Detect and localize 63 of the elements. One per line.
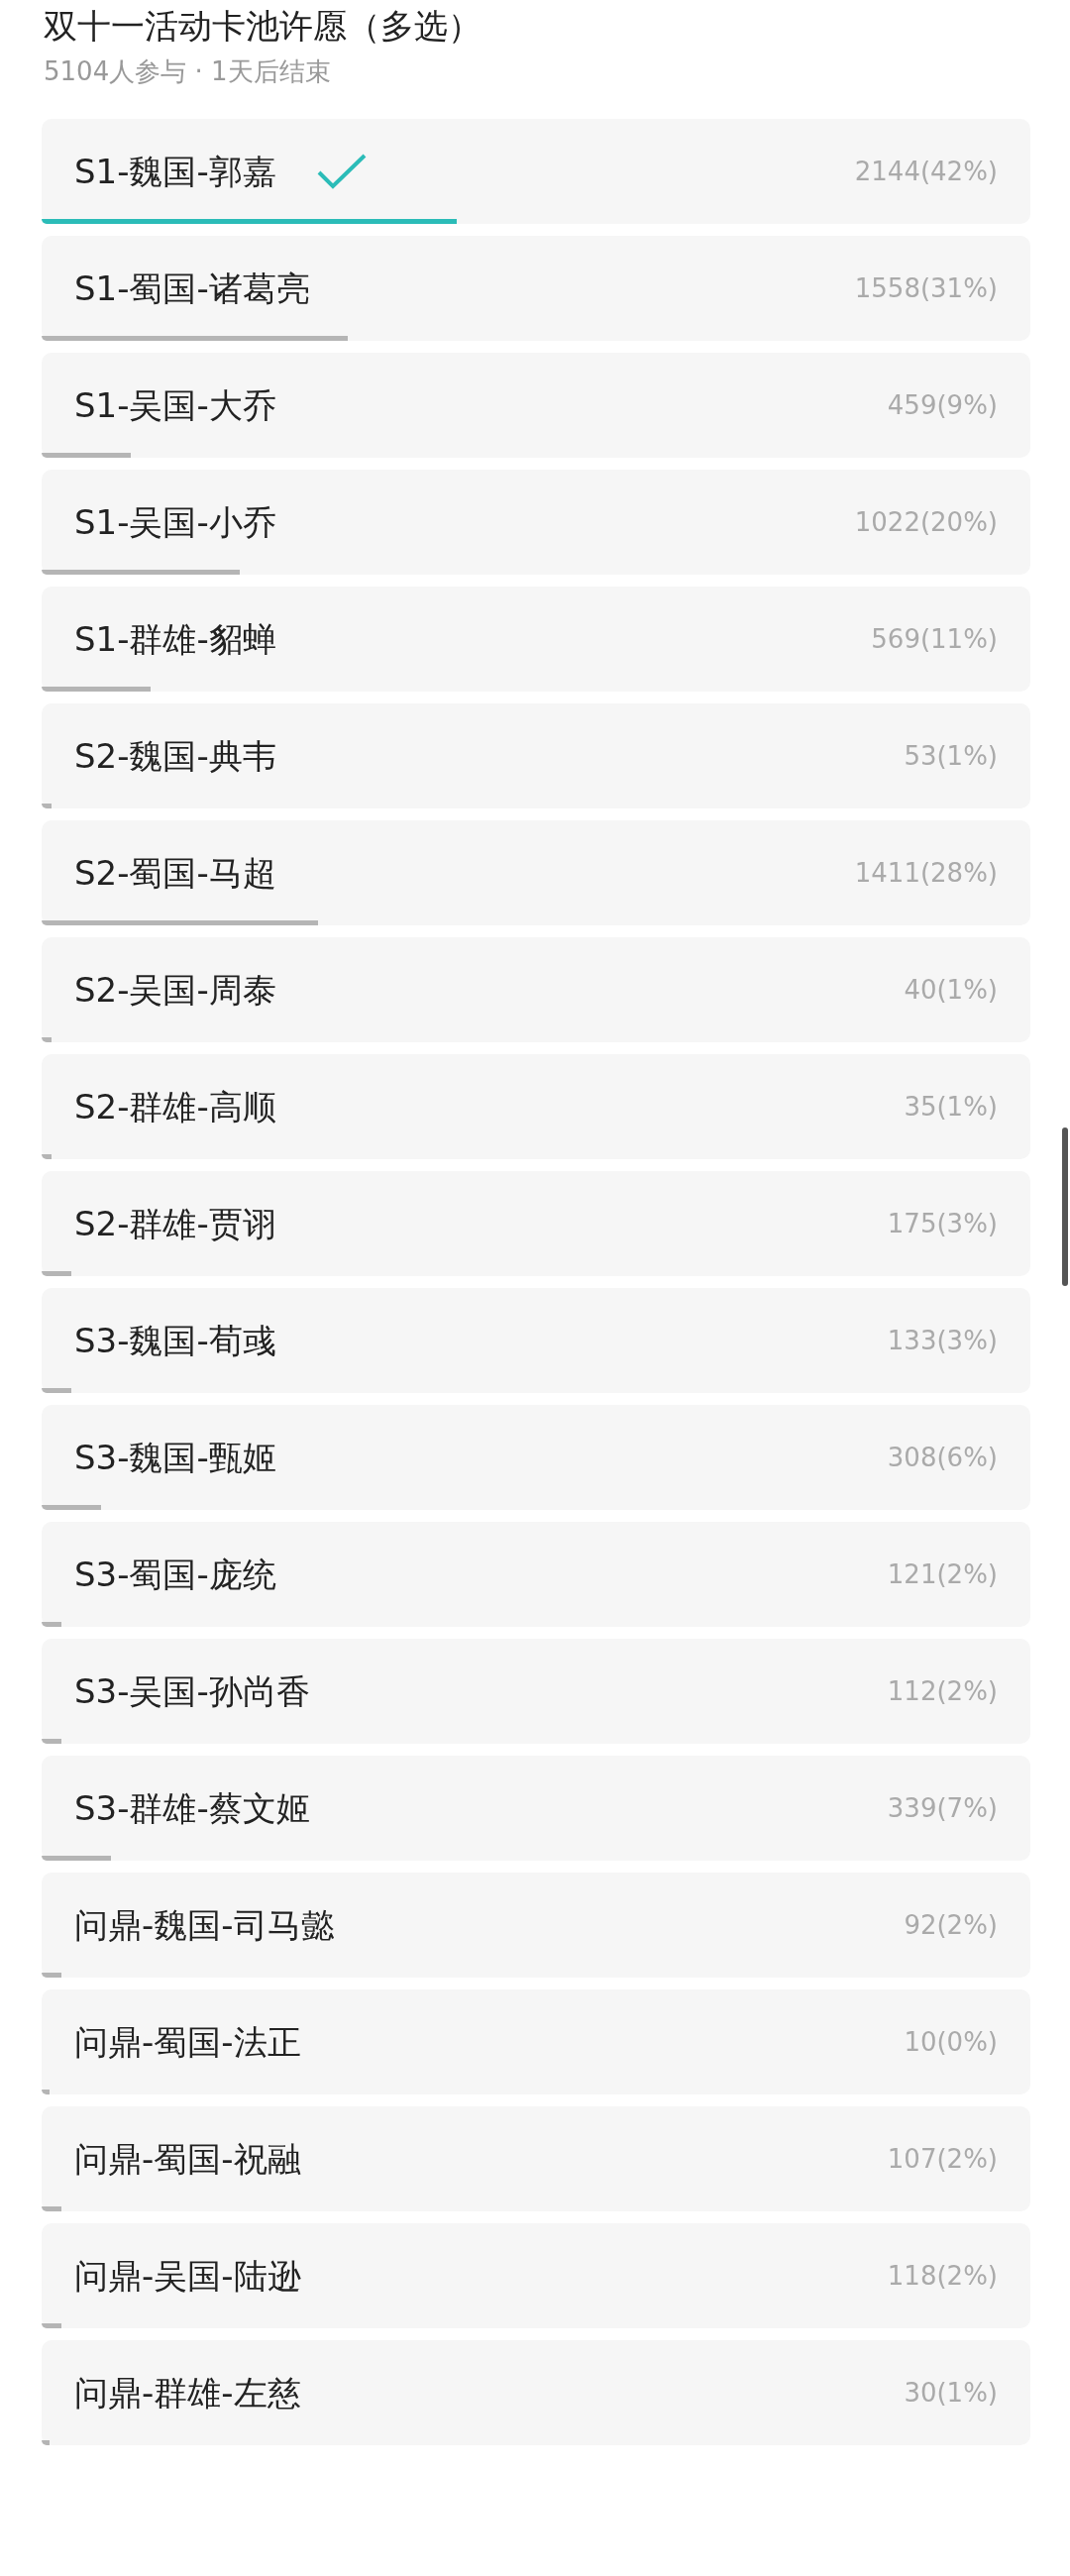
vote-count: 1411(28%) <box>854 856 998 890</box>
vote-count: 118(2%) <box>887 2259 998 2293</box>
vote-count: 569(11%) <box>871 622 998 656</box>
poll-option[interactable]: 问鼎-蜀国-祝融 107(2%) <box>42 2106 1030 2211</box>
vote-count: 35(1%) <box>904 1090 998 1124</box>
vote-count: 175(3%) <box>887 1207 998 1240</box>
vote-count: 133(3%) <box>887 1324 998 1357</box>
option-label: 问鼎-群雄-左慈 <box>74 2371 301 2415</box>
poll-option[interactable]: S2-群雄-贾诩 175(3%) <box>42 1171 1030 1276</box>
vote-count: 40(1%) <box>904 973 998 1007</box>
option-label: S2-群雄-高顺 <box>74 1085 276 1128</box>
option-label: 问鼎-吴国-陆逊 <box>74 2254 301 2298</box>
poll-option[interactable]: S2-群雄-高顺 35(1%) <box>42 1054 1030 1159</box>
poll-meta: 5104人参与 · 1天后结束 <box>44 55 332 88</box>
option-label: 问鼎-蜀国-法正 <box>74 2020 301 2064</box>
vote-count: 10(0%) <box>904 2025 998 2059</box>
poll-option[interactable]: S1-吴国-大乔 459(9%) <box>42 353 1030 458</box>
option-label: S3-魏国-甄姬 <box>74 1436 276 1479</box>
check-icon <box>315 153 368 190</box>
option-label: S1-吴国-小乔 <box>74 500 276 544</box>
vote-count: 1558(31%) <box>854 271 998 305</box>
option-label: S2-蜀国-马超 <box>74 851 276 895</box>
vote-count: 92(2%) <box>904 1908 998 1942</box>
poll-option[interactable]: S1-群雄-貂蝉 569(11%) <box>42 587 1030 692</box>
poll-option[interactable]: S3-魏国-甄姬 308(6%) <box>42 1405 1030 1510</box>
option-label: S2-群雄-贾诩 <box>74 1202 276 1245</box>
poll-option[interactable]: S1-魏国-郭嘉 2144(42%) <box>42 119 1030 224</box>
poll-option[interactable]: S1-吴国-小乔 1022(20%) <box>42 470 1030 575</box>
vote-count: 107(2%) <box>887 2142 998 2176</box>
poll-option[interactable]: S1-蜀国-诸葛亮 1558(31%) <box>42 236 1030 341</box>
option-label: S3-吴国-孙尚香 <box>74 1669 310 1713</box>
option-label: S1-群雄-貂蝉 <box>74 617 276 661</box>
option-label: 问鼎-蜀国-祝融 <box>74 2137 301 2181</box>
poll-option[interactable]: S3-群雄-蔡文姬 339(7%) <box>42 1756 1030 1861</box>
poll-title: 双十一活动卡池许愿（多选） <box>44 5 482 48</box>
option-label: S2-魏国-典韦 <box>74 734 276 778</box>
option-label: S2-吴国-周泰 <box>74 968 276 1012</box>
poll-option[interactable]: 问鼎-魏国-司马懿 92(2%) <box>42 1873 1030 1978</box>
option-label: S3-蜀国-庞统 <box>74 1553 276 1596</box>
option-label: S3-群雄-蔡文姬 <box>74 1786 310 1830</box>
option-label: S1-蜀国-诸葛亮 <box>74 267 310 310</box>
poll-option[interactable]: 问鼎-吴国-陆逊 118(2%) <box>42 2223 1030 2328</box>
vote-count: 339(7%) <box>887 1791 998 1825</box>
poll-option[interactable]: S3-吴国-孙尚香 112(2%) <box>42 1639 1030 1744</box>
option-label: S1-魏国-郭嘉 <box>74 150 276 193</box>
poll-option[interactable]: S3-蜀国-庞统 121(2%) <box>42 1522 1030 1627</box>
poll-option[interactable]: S2-魏国-典韦 53(1%) <box>42 703 1030 808</box>
vote-count: 121(2%) <box>887 1557 998 1591</box>
vote-count: 53(1%) <box>904 739 998 773</box>
option-label: 问鼎-魏国-司马懿 <box>74 1903 335 1947</box>
poll-option[interactable]: S2-吴国-周泰 40(1%) <box>42 937 1030 1042</box>
vote-count: 112(2%) <box>887 1674 998 1708</box>
option-label: S3-魏国-荀彧 <box>74 1319 276 1362</box>
poll-option[interactable]: S3-魏国-荀彧 133(3%) <box>42 1288 1030 1393</box>
vote-count: 2144(42%) <box>854 155 998 188</box>
poll-option[interactable]: S2-蜀国-马超 1411(28%) <box>42 820 1030 925</box>
poll-option[interactable]: 问鼎-蜀国-法正 10(0%) <box>42 1989 1030 2094</box>
option-label: S1-吴国-大乔 <box>74 383 276 427</box>
vote-count: 459(9%) <box>887 388 998 422</box>
vote-count: 1022(20%) <box>854 505 998 539</box>
poll-option[interactable]: 问鼎-群雄-左慈 30(1%) <box>42 2340 1030 2445</box>
vote-count: 308(6%) <box>887 1441 998 1474</box>
vote-count: 30(1%) <box>904 2376 998 2410</box>
